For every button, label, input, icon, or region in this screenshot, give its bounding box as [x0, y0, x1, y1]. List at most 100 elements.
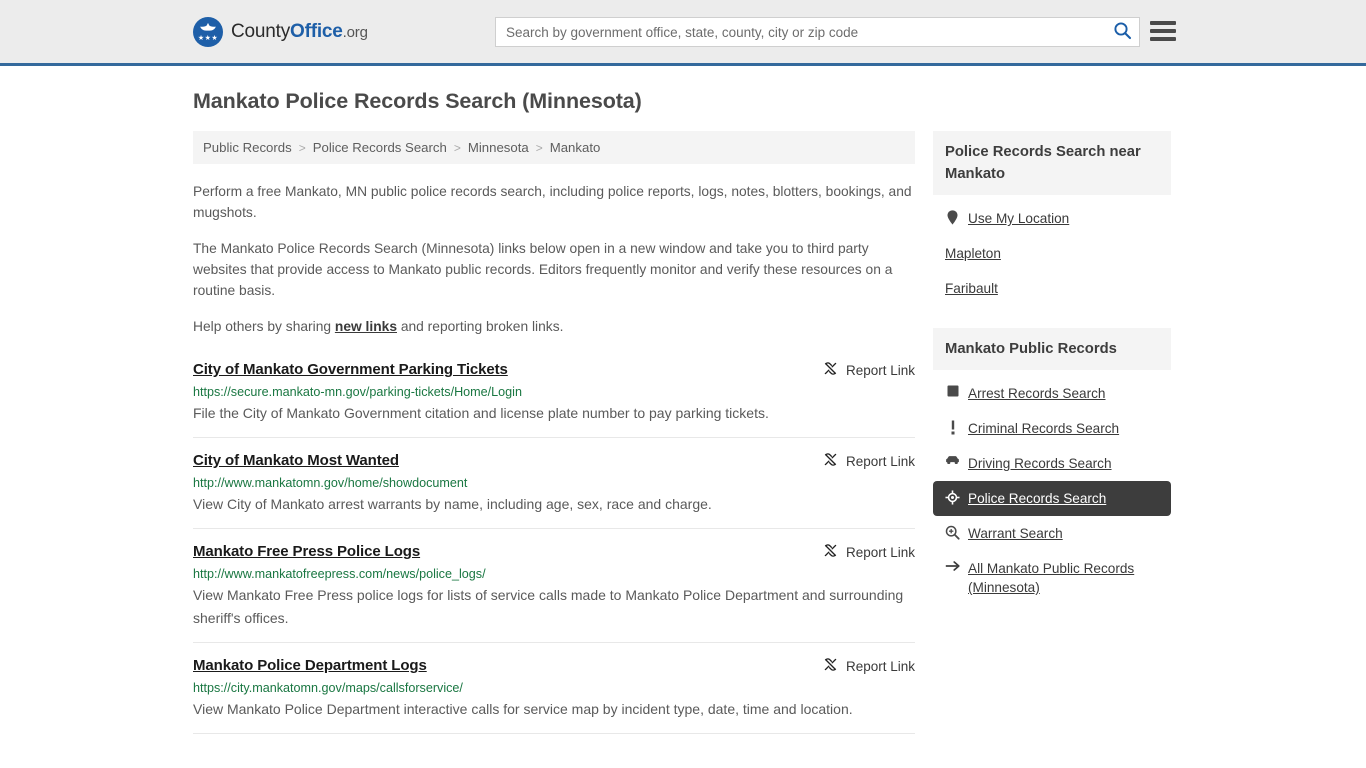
logo-stars-icon: ★★★ [197, 34, 219, 42]
hamburger-bar-2 [1150, 29, 1176, 33]
sidebar-item-all-public-records[interactable]: All Mankato Public Records (Minnesota) [933, 551, 1171, 605]
public-records-card: Mankato Public Records Arrest Records Se… [933, 328, 1171, 605]
result-url-link[interactable]: https://city.mankatomn.gov/maps/callsfor… [193, 681, 915, 695]
results-list: City of Mankato Government Parking Ticke… [193, 359, 915, 734]
sidebar-item-label: Warrant Search [968, 526, 1063, 541]
result-item: Mankato Police Department Logs Report Li… [193, 655, 915, 734]
sidebar-item-warrant-search[interactable]: Warrant Search [933, 516, 1171, 551]
arrow-right-icon [945, 560, 960, 572]
map-pin-icon [945, 210, 960, 225]
breadcrumb-item-police-records-search[interactable]: Police Records Search [313, 140, 447, 155]
sidebar-item-police-records-search[interactable]: Police Records Search [933, 481, 1171, 516]
sidebar-item-label: Driving Records Search [968, 456, 1112, 471]
result-item: City of Mankato Government Parking Ticke… [193, 359, 915, 438]
broken-link-icon [823, 657, 838, 675]
broken-link-icon [823, 361, 838, 379]
result-header: Mankato Free Press Police Logs Report Li… [193, 541, 915, 561]
result-title-link[interactable]: City of Mankato Government Parking Ticke… [193, 361, 508, 378]
magnifier-plus-icon [945, 525, 960, 540]
sidebar-item-criminal-records-search[interactable]: Criminal Records Search [933, 411, 1171, 446]
target-icon [945, 490, 960, 505]
nearby-searches-list: Use My Location Mapleton Faribault [933, 195, 1171, 306]
breadcrumb-separator: > [535, 140, 543, 155]
result-item: City of Mankato Most Wanted Report Link … [193, 450, 915, 529]
report-link-label: Report Link [845, 453, 915, 469]
breadcrumb: Public Records > Police Records Search >… [193, 131, 915, 164]
intro-paragraph-3: Help others by sharing new links and rep… [193, 316, 915, 337]
content-columns: Public Records > Police Records Search >… [193, 131, 1173, 734]
sidebar-item-label: Faribault [945, 281, 998, 296]
broken-link-icon [823, 452, 838, 470]
report-link-label: Report Link [845, 658, 915, 674]
sidebar-item-driving-records-search[interactable]: Driving Records Search [933, 446, 1171, 481]
intro-p3-after: and reporting broken links. [397, 319, 564, 334]
hamburger-bar-3 [1150, 37, 1176, 41]
sidebar-item-faribault[interactable]: Faribault [933, 271, 1171, 306]
sidebar-item-label: Mapleton [945, 246, 1001, 261]
main-column: Public Records > Police Records Search >… [193, 131, 915, 734]
sidebar-item-label: Use My Location [968, 211, 1070, 226]
brand-part-county: County [231, 20, 291, 42]
result-title-link[interactable]: Mankato Police Department Logs [193, 657, 427, 674]
result-url-link[interactable]: https://secure.mankato-mn.gov/parking-ti… [193, 385, 915, 399]
report-link-button[interactable]: Report Link [823, 452, 915, 470]
result-item: Mankato Free Press Police Logs Report Li… [193, 541, 915, 643]
sidebar-item-use-my-location[interactable]: Use My Location [933, 201, 1171, 236]
site-logo-link[interactable]: ★★★ CountyOffice.org [193, 16, 368, 47]
result-title-link[interactable]: City of Mankato Most Wanted [193, 452, 399, 469]
brand-part-office: Office [290, 20, 343, 42]
hamburger-bar-1 [1150, 21, 1176, 25]
car-icon [945, 455, 960, 465]
intro-text: Perform a free Mankato, MN public police… [193, 181, 915, 337]
sidebar-item-arrest-records-search[interactable]: Arrest Records Search [933, 376, 1171, 411]
result-header: City of Mankato Most Wanted Report Link [193, 450, 915, 470]
site-header: ★★★ CountyOffice.org [0, 0, 1366, 66]
intro-paragraph-2: The Mankato Police Records Search (Minne… [193, 241, 893, 298]
page-title: Mankato Police Records Search (Minnesota… [193, 89, 642, 113]
report-link-button[interactable]: Report Link [823, 361, 915, 379]
result-url-link[interactable]: http://www.mankatofreepress.com/news/pol… [193, 567, 915, 581]
sidebar: Police Records Search near Mankato Use M… [933, 131, 1171, 734]
report-link-button[interactable]: Report Link [823, 543, 915, 561]
sidebar-item-mapleton[interactable]: Mapleton [933, 236, 1171, 271]
new-links-link[interactable]: new links [335, 319, 397, 334]
sidebar-item-label: All Mankato Public Records (Minnesota) [968, 561, 1135, 595]
result-title-link[interactable]: Mankato Free Press Police Logs [193, 543, 420, 560]
broken-link-icon [823, 543, 838, 561]
sidebar-item-label: Police Records Search [968, 491, 1107, 506]
result-header: Mankato Police Department Logs Report Li… [193, 655, 915, 675]
nearby-searches-heading: Police Records Search near Mankato [933, 131, 1171, 195]
brand-part-org: .org [342, 23, 368, 41]
intro-paragraph-1: Perform a free Mankato, MN public police… [193, 184, 912, 220]
public-records-list: Arrest Records Search Criminal Records S… [933, 370, 1171, 605]
square-icon [945, 385, 960, 397]
search-bar[interactable] [495, 17, 1140, 47]
breadcrumb-separator: > [453, 140, 461, 155]
intro-p3-before: Help others by sharing [193, 319, 335, 334]
breadcrumb-item-minnesota[interactable]: Minnesota [468, 140, 529, 155]
result-description: View Mankato Free Press police logs for … [193, 587, 904, 626]
result-header: City of Mankato Government Parking Ticke… [193, 359, 915, 379]
public-records-heading: Mankato Public Records [933, 328, 1171, 370]
report-link-label: Report Link [845, 544, 915, 560]
result-description: View City of Mankato arrest warrants by … [193, 496, 712, 512]
report-link-button[interactable]: Report Link [823, 657, 915, 675]
exclamation-icon [945, 420, 960, 435]
search-button[interactable] [1105, 18, 1139, 46]
hamburger-menu-button[interactable] [1150, 19, 1176, 43]
search-input[interactable] [496, 18, 1105, 46]
breadcrumb-item-public-records[interactable]: Public Records [203, 140, 292, 155]
result-description: File the City of Mankato Government cita… [193, 405, 769, 421]
result-url-link[interactable]: http://www.mankatomn.gov/home/showdocume… [193, 476, 915, 490]
eagle-shield-logo-icon: ★★★ [193, 16, 223, 47]
sidebar-item-label: Arrest Records Search [968, 386, 1106, 401]
report-link-label: Report Link [845, 362, 915, 378]
sidebar-item-label: Criminal Records Search [968, 421, 1120, 436]
result-description: View Mankato Police Department interacti… [193, 701, 853, 717]
nearby-searches-card: Police Records Search near Mankato Use M… [933, 131, 1171, 306]
breadcrumb-item-mankato[interactable]: Mankato [550, 140, 601, 155]
brand-wordmark: CountyOffice.org [231, 21, 368, 43]
page-container: Mankato Police Records Search (Minnesota… [0, 89, 1366, 734]
breadcrumb-separator: > [298, 140, 306, 155]
search-icon [1113, 21, 1132, 43]
